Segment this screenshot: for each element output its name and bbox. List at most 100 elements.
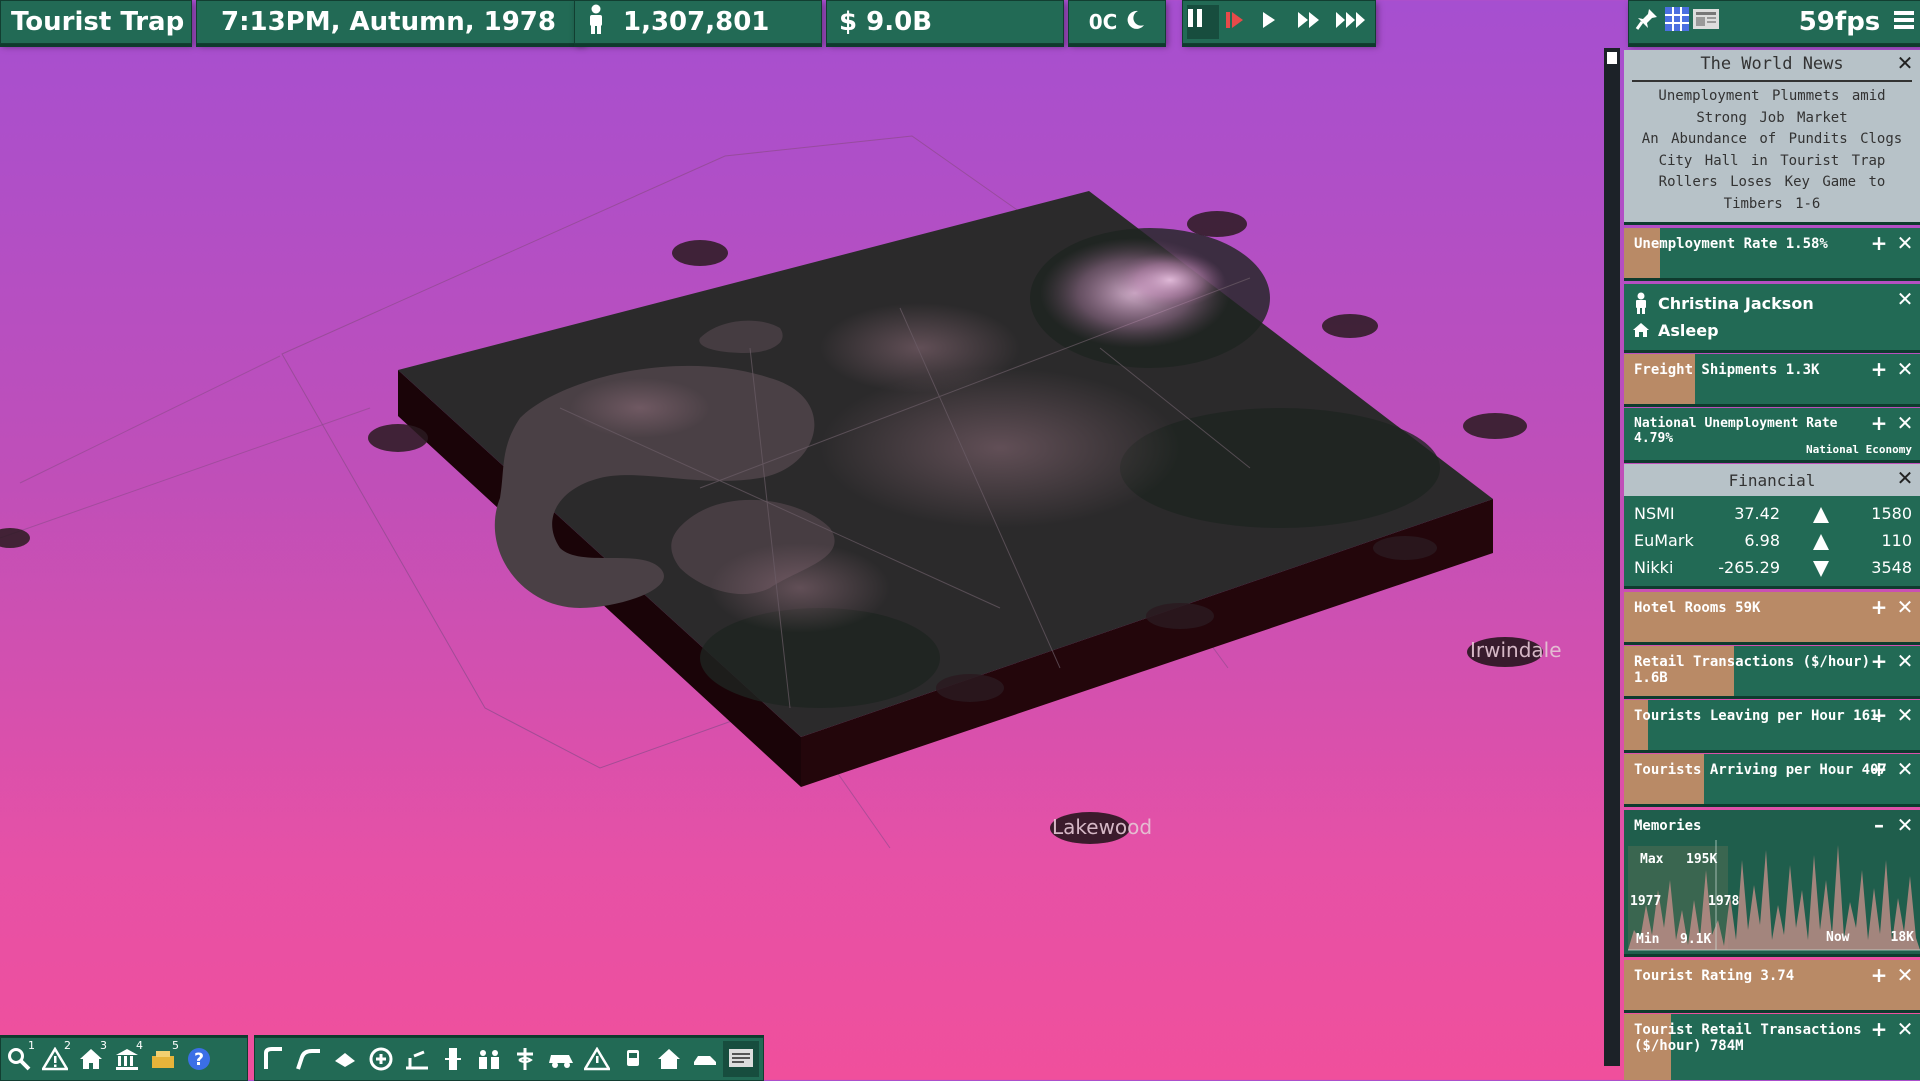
market-row[interactable]: Nikki -265.29 3548 bbox=[1634, 558, 1912, 584]
close-icon[interactable]: ✕ bbox=[1896, 359, 1914, 379]
map-label-irwindale[interactable]: Irwindale bbox=[1470, 638, 1562, 662]
plus-icon[interactable]: + bbox=[1870, 233, 1888, 253]
pin-icon[interactable] bbox=[1635, 7, 1664, 38]
transit-tool-icon[interactable] bbox=[543, 1041, 579, 1077]
bottom-toolbar-left: 1 2 3 4 5 ? bbox=[0, 1037, 248, 1081]
close-icon[interactable]: ✕ bbox=[1896, 651, 1914, 671]
citizen-card[interactable]: Christina Jackson Asleep ✕ bbox=[1624, 284, 1920, 353]
close-icon[interactable]: ✕ bbox=[1896, 413, 1914, 433]
news-headline[interactable]: Strong Job Market bbox=[1624, 108, 1920, 130]
fastest-forward-icon[interactable] bbox=[1335, 7, 1371, 37]
city-name-box[interactable]: Tourist Trap bbox=[0, 0, 192, 44]
datetime-box[interactable]: 7:13PM, Autumn, 1978 bbox=[196, 0, 584, 44]
tourist-retail-card[interactable]: Tourist Retail Transactions ($/hour) 784… bbox=[1624, 1014, 1920, 1080]
pause-icon[interactable] bbox=[1187, 5, 1219, 39]
close-icon[interactable]: ✕ bbox=[1896, 1019, 1914, 1039]
close-icon[interactable]: ✕ bbox=[1896, 597, 1914, 617]
tourists-leaving-card[interactable]: Tourists Leaving per Hour 161 + ✕ bbox=[1624, 700, 1920, 753]
city-map-view[interactable] bbox=[0, 48, 1600, 1078]
news-headline[interactable]: Unemployment Plummets amid bbox=[1624, 86, 1920, 108]
step-icon[interactable] bbox=[1225, 7, 1255, 37]
house-icon[interactable]: 3 bbox=[73, 1039, 109, 1077]
amenity-tool-icon[interactable] bbox=[363, 1041, 399, 1077]
close-icon[interactable]: ✕ bbox=[1896, 965, 1914, 985]
freight-card[interactable]: Freight Shipments 1.3K + ✕ bbox=[1624, 354, 1920, 407]
neighbor-city bbox=[1187, 211, 1247, 237]
play-icon[interactable] bbox=[1261, 7, 1291, 37]
chat-tool-icon[interactable] bbox=[723, 1041, 759, 1077]
neighbor-city bbox=[1373, 536, 1437, 560]
person-icon bbox=[587, 4, 609, 41]
fps-counter: 59fps bbox=[1798, 7, 1881, 37]
skyscraper-tool-icon[interactable] bbox=[435, 1041, 471, 1077]
plus-icon[interactable]: + bbox=[1870, 597, 1888, 617]
close-icon[interactable]: ✕ bbox=[1896, 53, 1914, 73]
minimize-icon[interactable]: – bbox=[1870, 815, 1888, 835]
panel-scrollbar-thumb[interactable] bbox=[1607, 52, 1617, 64]
home-icon bbox=[1632, 322, 1650, 342]
market-row[interactable]: NSMI 37.42 1580 bbox=[1634, 504, 1912, 530]
money-box[interactable]: $ 9.0B bbox=[826, 0, 1064, 44]
zone-tool-icon[interactable] bbox=[327, 1041, 363, 1077]
financial-table[interactable]: NSMI 37.42 1580 EuMark 6.98 110 Nikki -2… bbox=[1624, 496, 1920, 589]
news-headline[interactable]: Rollers Loses Key Game to bbox=[1624, 172, 1920, 194]
hotel-rooms-card[interactable]: Hotel Rooms 59K + ✕ bbox=[1624, 592, 1920, 645]
market-name: Nikki bbox=[1634, 558, 1674, 577]
world-news-panel[interactable]: The World News ✕ Unemployment Plummets a… bbox=[1624, 50, 1920, 225]
panel-scrollbar[interactable] bbox=[1604, 48, 1620, 1066]
health-tool-icon[interactable] bbox=[507, 1041, 543, 1077]
neighbor-city bbox=[1322, 314, 1378, 338]
plus-icon[interactable]: + bbox=[1870, 359, 1888, 379]
car-tool-icon[interactable] bbox=[687, 1041, 723, 1077]
close-icon[interactable]: ✕ bbox=[1896, 705, 1914, 725]
newspaper-icon[interactable] bbox=[1692, 7, 1723, 38]
plus-icon[interactable]: + bbox=[1870, 705, 1888, 725]
news-headlines[interactable]: Unemployment Plummets amid Strong Job Ma… bbox=[1624, 86, 1920, 215]
plus-icon[interactable]: + bbox=[1870, 965, 1888, 985]
arrow-up-icon bbox=[1812, 533, 1830, 555]
close-icon[interactable]: ✕ bbox=[1896, 468, 1914, 488]
citizen-status: Asleep bbox=[1658, 321, 1719, 340]
road-tool-icon[interactable] bbox=[255, 1041, 291, 1077]
financial-header[interactable]: Financial ✕ bbox=[1624, 464, 1920, 496]
close-icon[interactable]: ✕ bbox=[1896, 815, 1914, 835]
bulldoze-tool-icon[interactable] bbox=[579, 1041, 615, 1077]
tourist-rating-card[interactable]: Tourist Rating 3.74 + ✕ bbox=[1624, 960, 1920, 1013]
retail-transactions-card[interactable]: Retail Transactions ($/hour) 1.6B + ✕ bbox=[1624, 646, 1920, 699]
plus-icon[interactable]: + bbox=[1870, 413, 1888, 433]
menu-icon[interactable] bbox=[1894, 7, 1920, 37]
memories-chart-card[interactable]: Memories – ✕ Max 195K 1977 1978 Min 9.1K … bbox=[1624, 810, 1920, 957]
weather-box[interactable]: 0C bbox=[1068, 0, 1166, 44]
home-tool-icon[interactable] bbox=[651, 1041, 687, 1077]
plus-icon[interactable]: + bbox=[1870, 1019, 1888, 1039]
close-icon[interactable]: ✕ bbox=[1896, 289, 1914, 309]
bottom-toolbar-tools bbox=[254, 1037, 764, 1081]
tourist-rating-label: Tourist Rating 3.74 bbox=[1634, 968, 1795, 984]
map-label-lakewood[interactable]: Lakewood bbox=[1052, 815, 1152, 839]
bus-tool-icon[interactable] bbox=[615, 1041, 651, 1077]
search-icon[interactable]: 1 bbox=[1, 1039, 37, 1077]
unemployment-card[interactable]: Unemployment Rate 1.58% + ✕ bbox=[1624, 228, 1920, 281]
market-row[interactable]: EuMark 6.98 110 bbox=[1634, 531, 1912, 557]
close-icon[interactable]: ✕ bbox=[1896, 759, 1914, 779]
education-tool-icon[interactable] bbox=[399, 1041, 435, 1077]
budget-icon[interactable]: 5 bbox=[145, 1039, 181, 1077]
close-icon[interactable]: ✕ bbox=[1896, 233, 1914, 253]
expressway-tool-icon[interactable] bbox=[291, 1041, 327, 1077]
memories-now-value: 18K bbox=[1890, 930, 1914, 945]
news-headline[interactable]: An Abundance of Pundits Clogs bbox=[1624, 129, 1920, 151]
fast-forward-icon[interactable] bbox=[1297, 7, 1329, 37]
help-icon[interactable]: ? bbox=[181, 1041, 217, 1077]
warning-icon[interactable]: 2 bbox=[37, 1039, 73, 1077]
government-icon[interactable]: 4 bbox=[109, 1039, 145, 1077]
plus-icon[interactable]: + bbox=[1870, 651, 1888, 671]
news-headline[interactable]: City Hall in Tourist Trap bbox=[1624, 151, 1920, 173]
community-tool-icon[interactable] bbox=[471, 1041, 507, 1077]
grid-icon[interactable] bbox=[1664, 6, 1693, 39]
national-unemployment-card[interactable]: National Unemployment Rate 4.79% Nationa… bbox=[1624, 408, 1920, 463]
news-headline[interactable]: Timbers 1-6 bbox=[1624, 194, 1920, 216]
plus-icon[interactable]: + bbox=[1870, 759, 1888, 779]
tourists-arriving-card[interactable]: Tourists Arriving per Hour 407 + ✕ bbox=[1624, 754, 1920, 807]
population-box[interactable]: 1,307,801 bbox=[574, 0, 822, 44]
memories-min-value: 9.1K bbox=[1680, 932, 1712, 947]
